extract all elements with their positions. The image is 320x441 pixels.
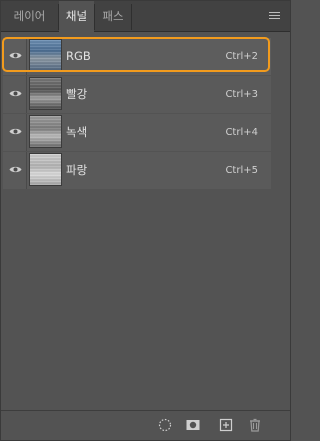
tab-channels[interactable]: 채널 (59, 1, 94, 32)
panel-tab-bar: 레이어 채널 패스 (1, 1, 290, 32)
channel-name: 빨강 (66, 87, 88, 101)
hamburger-menu-icon[interactable] (269, 12, 280, 20)
channel-thumbnail (29, 77, 62, 110)
channel-thumbnail (29, 115, 62, 148)
visibility-toggle[interactable] (3, 152, 27, 189)
channel-shortcut: Ctrl+5 (225, 165, 258, 176)
eye-icon (9, 90, 22, 97)
trash-icon[interactable] (247, 417, 263, 433)
visibility-toggle[interactable] (3, 114, 27, 151)
panel-bottom-toolbar (1, 410, 290, 440)
channel-name: RGB (66, 49, 91, 63)
channel-row-rgb[interactable]: RGB Ctrl+2 (3, 38, 271, 75)
channel-shortcut: Ctrl+2 (225, 51, 258, 62)
eye-icon (9, 128, 22, 135)
add-square-icon[interactable] (218, 417, 234, 433)
channel-name: 녹색 (66, 125, 88, 139)
channel-shortcut: Ctrl+3 (225, 89, 258, 100)
channel-list: RGB Ctrl+2 빨강 Ctrl+3 녹색 Ctrl+4 파랑 Ctrl+5 (3, 38, 271, 190)
channel-row-green[interactable]: 녹색 Ctrl+4 (3, 114, 271, 151)
mask-icon[interactable] (185, 417, 201, 433)
tab-divider (131, 4, 132, 30)
eye-icon (9, 52, 22, 59)
visibility-toggle[interactable] (3, 38, 27, 75)
channels-panel: 레이어 채널 패스 RGB Ctrl+2 빨강 Ctrl+3 녹색 Ctrl+4… (0, 0, 291, 441)
eye-icon (9, 166, 22, 173)
channel-shortcut: Ctrl+4 (225, 127, 258, 138)
dotted-circle-icon[interactable] (157, 417, 173, 433)
tab-paths[interactable]: 패스 (95, 1, 131, 31)
channel-row-red[interactable]: 빨강 Ctrl+3 (3, 76, 271, 113)
channel-thumbnail (29, 39, 62, 72)
channel-thumbnail (29, 153, 62, 186)
tab-layers[interactable]: 레이어 (1, 1, 58, 31)
channel-name: 파랑 (66, 163, 88, 177)
visibility-toggle[interactable] (3, 76, 27, 113)
channel-row-blue[interactable]: 파랑 Ctrl+5 (3, 152, 271, 189)
